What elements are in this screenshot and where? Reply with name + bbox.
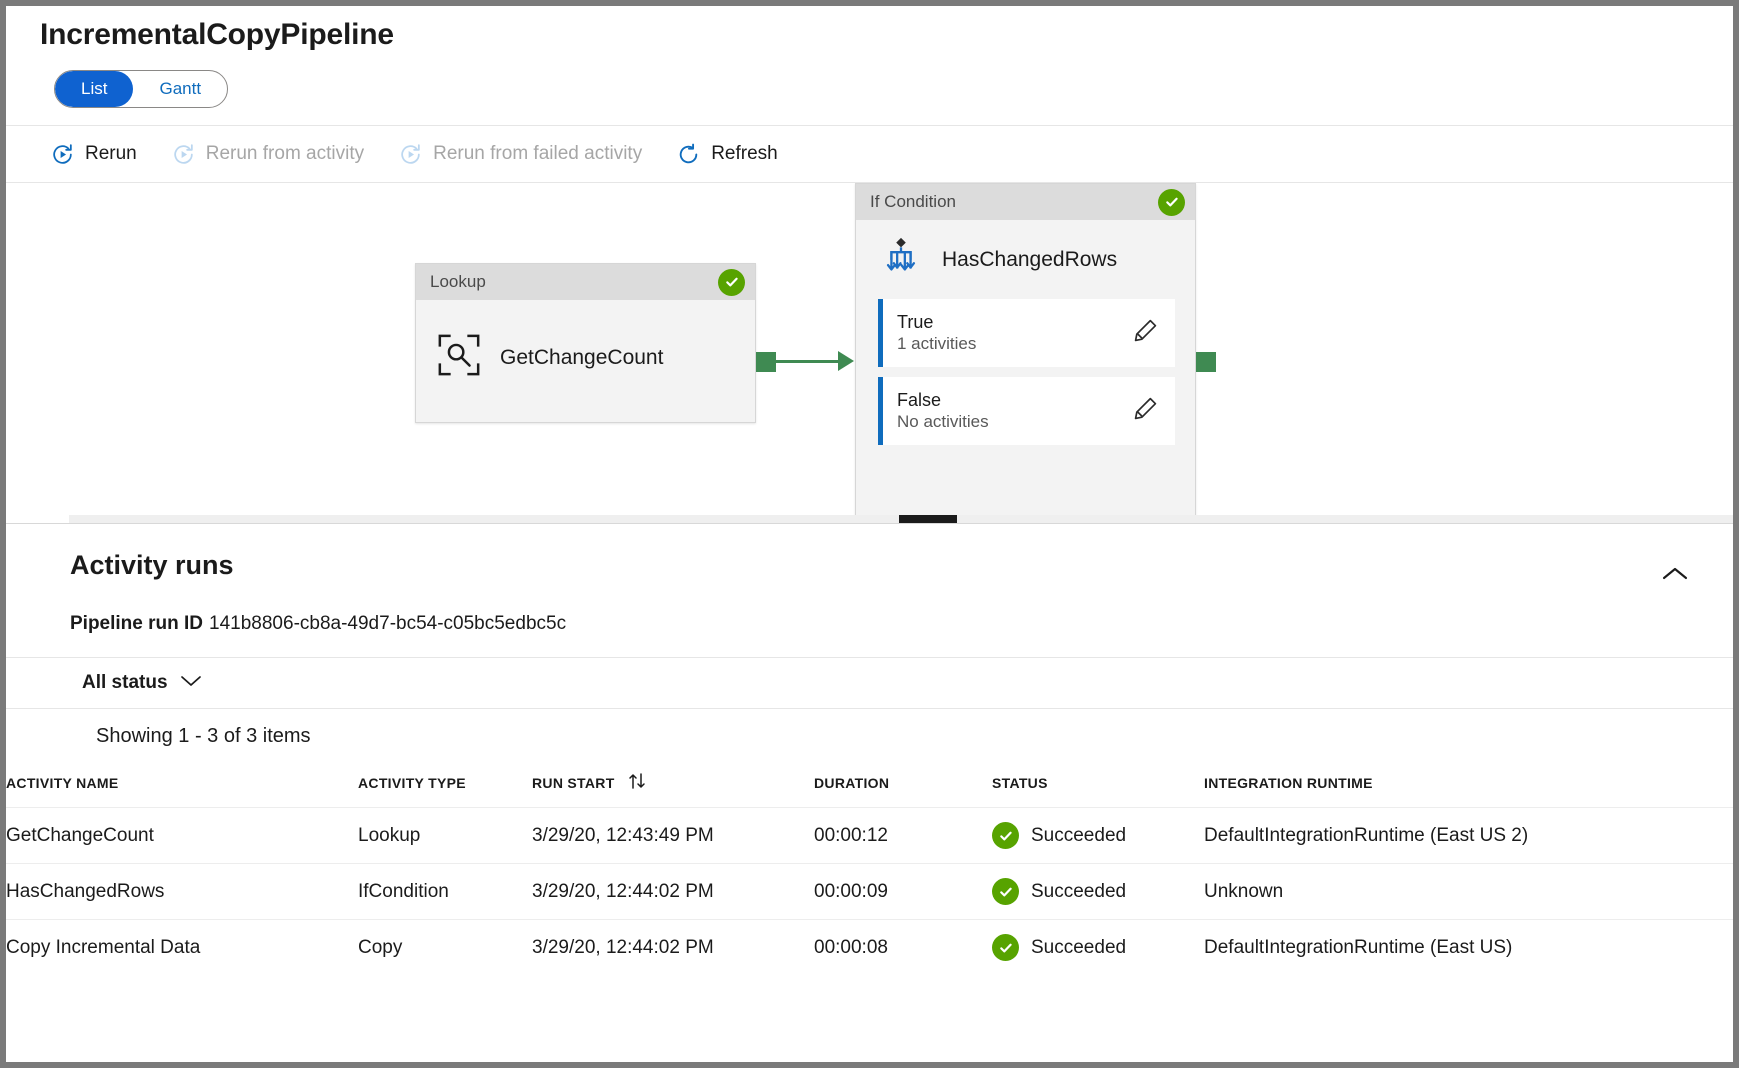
table-row[interactable]: GetChangeCount Lookup 3/29/20, 12:43:49 …: [6, 808, 1733, 864]
view-switcher: List Gantt: [6, 52, 1733, 108]
cell-status: Succeeded: [992, 864, 1204, 920]
node-body: GetChangeCount: [416, 300, 755, 401]
column-header-integration-runtime[interactable]: INTEGRATION RUNTIME: [1204, 762, 1733, 808]
node-header: Lookup: [416, 264, 755, 300]
showing-count: Showing 1 - 3 of 3 items: [6, 709, 1733, 748]
cell-activity-type: IfCondition: [358, 864, 532, 920]
success-check-icon: [718, 269, 745, 296]
table-row[interactable]: Copy Incremental Data Copy 3/29/20, 12:4…: [6, 920, 1733, 976]
column-header-status[interactable]: STATUS: [992, 762, 1204, 808]
activity-runs-section: Activity runs Pipeline run ID 141b8806-cb…: [6, 523, 1733, 975]
table-body: GetChangeCount Lookup 3/29/20, 12:43:49 …: [6, 808, 1733, 976]
cell-duration: 00:00:09: [814, 864, 992, 920]
cell-integration-runtime: Unknown: [1204, 864, 1733, 920]
app-window: IncrementalCopyPipeline List Gantt Rerun: [6, 6, 1733, 1062]
table-header-row: ACTIVITY NAME ACTIVITY TYPE RUN START DU…: [6, 762, 1733, 808]
chevron-up-icon[interactable]: [1653, 556, 1697, 597]
activity-node-if-condition[interactable]: If Condition HasChangedRows: [855, 183, 1196, 523]
rerun-icon: [50, 142, 75, 167]
column-header-run-start-label: RUN START: [532, 775, 615, 791]
success-check-icon: [1158, 189, 1185, 216]
node-header: If Condition: [856, 184, 1195, 220]
rerun-from-failed-activity-icon: [398, 142, 423, 167]
pencil-icon[interactable]: [1132, 317, 1175, 349]
if-condition-activity-name: HasChangedRows: [942, 248, 1117, 272]
node-type-label: Lookup: [430, 272, 486, 292]
activity-runs-title: Activity runs: [70, 550, 234, 581]
scrollbar-thumb[interactable]: [899, 515, 957, 523]
column-header-activity-type[interactable]: ACTIVITY TYPE: [358, 762, 532, 808]
lookup-icon: [436, 332, 482, 383]
pipeline-run-id-value: 141b8806-cb8a-49d7-bc54-c05bc5edbc5c: [209, 613, 566, 634]
success-check-icon: [992, 878, 1019, 905]
branch-true[interactable]: True 1 activities: [878, 299, 1175, 367]
column-header-run-start[interactable]: RUN START: [532, 762, 814, 808]
column-header-activity-name[interactable]: ACTIVITY NAME: [6, 762, 358, 808]
lookup-activity-name: GetChangeCount: [500, 346, 663, 370]
if-condition-icon: [878, 234, 924, 285]
status-filter-dropdown[interactable]: All status: [82, 672, 202, 694]
cell-activity-type: Copy: [358, 920, 532, 976]
pipeline-run-id-label: Pipeline run ID: [70, 613, 203, 634]
sort-updown-icon[interactable]: [627, 777, 647, 793]
cell-integration-runtime: DefaultIntegrationRuntime (East US 2): [1204, 808, 1733, 864]
rerun-from-activity-icon: [171, 142, 196, 167]
node-type-label: If Condition: [870, 192, 956, 212]
cell-run-start: 3/29/20, 12:44:02 PM: [532, 920, 814, 976]
branch-title: False: [897, 389, 989, 412]
status-badge: Succeeded: [1031, 937, 1126, 959]
cell-activity-name: Copy Incremental Data: [6, 920, 358, 976]
branch-title: True: [897, 311, 976, 334]
activity-runs-header: Activity runs: [6, 524, 1733, 597]
branch-false[interactable]: False No activities: [878, 377, 1175, 445]
rerun-from-failed-activity-button[interactable]: Rerun from failed activity: [398, 142, 642, 167]
chevron-down-icon: [180, 672, 202, 694]
page-title: IncrementalCopyPipeline: [6, 6, 1733, 52]
pipeline-run-id: Pipeline run ID 141b8806-cb8a-49d7-bc54-c…: [6, 597, 1733, 635]
cell-activity-name: HasChangedRows: [6, 864, 358, 920]
rerun-from-activity-button[interactable]: Rerun from activity: [171, 142, 364, 167]
column-header-duration[interactable]: DURATION: [814, 762, 992, 808]
cell-activity-name: GetChangeCount: [6, 808, 358, 864]
cell-status: Succeeded: [992, 808, 1204, 864]
command-bar: Rerun Rerun from activity Rerun from: [6, 125, 1733, 183]
status-badge: Succeeded: [1031, 825, 1126, 847]
cell-duration: 00:00:08: [814, 920, 992, 976]
branch-text: True 1 activities: [897, 311, 976, 356]
branch-text: False No activities: [897, 389, 989, 434]
node-body: HasChangedRows: [856, 220, 1195, 299]
tab-gantt[interactable]: Gantt: [133, 71, 227, 107]
status-filter-label: All status: [82, 672, 168, 694]
cell-run-start: 3/29/20, 12:43:49 PM: [532, 808, 814, 864]
cell-run-start: 3/29/20, 12:44:02 PM: [532, 864, 814, 920]
canvas-horizontal-scrollbar[interactable]: [69, 515, 1733, 523]
filter-bar: All status: [6, 657, 1733, 709]
refresh-button[interactable]: Refresh: [676, 142, 778, 167]
cell-duration: 00:00:12: [814, 808, 992, 864]
success-check-icon: [992, 822, 1019, 849]
rerun-from-failed-activity-label: Rerun from failed activity: [433, 143, 642, 165]
cell-status: Succeeded: [992, 920, 1204, 976]
edge-lookup-to-ifcondition: [776, 360, 838, 363]
tab-list[interactable]: List: [55, 71, 133, 107]
if-condition-output-connector[interactable]: [1196, 352, 1216, 372]
branch-activity-count: 1 activities: [897, 333, 976, 355]
success-check-icon: [992, 934, 1019, 961]
pencil-icon[interactable]: [1132, 395, 1175, 427]
edge-arrow-head: [838, 351, 854, 371]
table-row[interactable]: HasChangedRows IfCondition 3/29/20, 12:4…: [6, 864, 1733, 920]
branch-activity-count: No activities: [897, 411, 989, 433]
refresh-icon: [676, 142, 701, 167]
pipeline-canvas[interactable]: Lookup GetChangeCount: [6, 183, 1733, 523]
cell-activity-type: Lookup: [358, 808, 532, 864]
refresh-label: Refresh: [711, 143, 778, 165]
rerun-label: Rerun: [85, 143, 137, 165]
rerun-button[interactable]: Rerun: [50, 142, 137, 167]
status-badge: Succeeded: [1031, 881, 1126, 903]
lookup-output-connector[interactable]: [756, 352, 776, 372]
cell-integration-runtime: DefaultIntegrationRuntime (East US): [1204, 920, 1733, 976]
activity-node-lookup[interactable]: Lookup GetChangeCount: [415, 263, 756, 423]
rerun-from-activity-label: Rerun from activity: [206, 143, 364, 165]
activity-runs-table: ACTIVITY NAME ACTIVITY TYPE RUN START DU…: [6, 762, 1733, 975]
